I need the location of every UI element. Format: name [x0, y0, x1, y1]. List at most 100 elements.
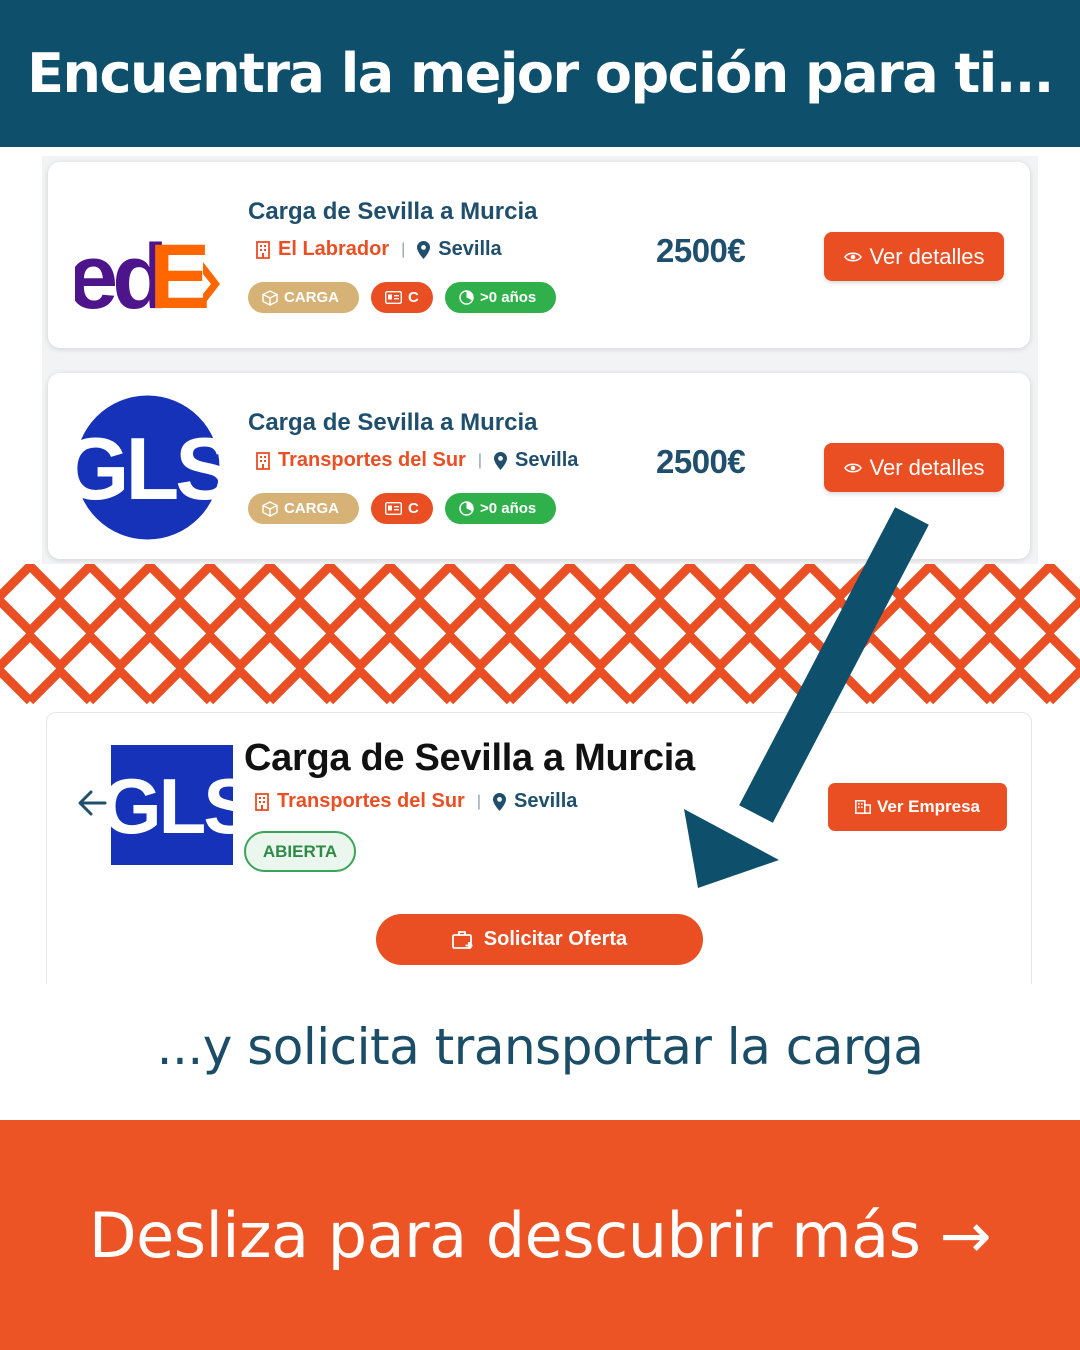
chevron-up-mark	[866, 664, 934, 704]
subtitle: ...y solicita transportar la carga	[156, 1018, 924, 1076]
chevron-up-mark	[296, 629, 364, 670]
offer-title: Carga de Sevilla a Murcia	[244, 737, 695, 779]
company-name[interactable]: Transportes del Sur	[278, 449, 466, 472]
chevron-up-mark	[206, 594, 274, 635]
location-pin-icon	[494, 451, 507, 470]
chevron-up-mark	[0, 664, 34, 704]
price: 2500€	[656, 232, 746, 269]
svg-text:GLS: GLS	[111, 762, 233, 850]
chevron-up-mark	[956, 629, 1024, 670]
building-icon	[255, 792, 269, 811]
location-pin-icon	[417, 240, 431, 259]
chevron-up-mark	[206, 664, 274, 704]
chevron-up-mark	[686, 664, 754, 704]
experience-label: >0 años	[480, 500, 537, 517]
listing-card[interactable]: GLS Carga de Sevilla a Murcia Transporte…	[48, 373, 1030, 559]
chevron-up-mark	[266, 664, 334, 704]
footer-banner[interactable]: Desliza para descubrir más →	[0, 1120, 1080, 1350]
chevron-up-mark	[56, 629, 124, 670]
listing-title[interactable]: Carga de Sevilla a Murcia	[248, 198, 537, 226]
chevron-up-mark	[446, 594, 514, 635]
chevron-up-mark	[56, 564, 124, 600]
chevron-up-mark	[806, 664, 874, 704]
chevron-up-mark	[416, 629, 484, 670]
chevron-up-mark	[776, 629, 844, 670]
request-offer-label: Solicitar Oferta	[483, 928, 628, 950]
meta-divider: |	[401, 240, 406, 258]
gls-logo: GLS	[111, 745, 233, 865]
chevron-up-mark	[986, 664, 1054, 704]
chevron-up-mark	[356, 564, 424, 600]
chevron-up-mark	[266, 594, 334, 635]
svg-text:GLS: GLS	[75, 419, 220, 518]
chevron-up-mark	[176, 629, 244, 670]
chevron-up-mark	[776, 564, 844, 600]
company-name[interactable]: El Labrador	[278, 238, 389, 261]
chevron-up-mark	[656, 629, 724, 670]
city-name: Sevilla	[438, 238, 502, 260]
license-label: C	[408, 500, 419, 517]
status-badge: ABIERTA	[244, 831, 356, 872]
gls-logo: GLS	[75, 395, 220, 540]
header-title: Encuentra la mejor opción para ti...	[27, 42, 1054, 105]
chevron-up-mark	[0, 629, 64, 670]
chevron-up-mark	[716, 564, 784, 600]
license-card-icon	[385, 502, 402, 515]
chevron-up-mark	[0, 594, 34, 635]
chevron-up-mark	[926, 664, 994, 704]
chevron-up-mark	[236, 564, 304, 600]
chevron-up-mark	[116, 629, 184, 670]
tag-list: CARGA C >0 años	[248, 282, 556, 313]
chevron-up-mark	[86, 664, 154, 704]
building-icon	[855, 800, 871, 814]
chevron-up-mark	[506, 664, 574, 704]
location-pin-icon	[493, 792, 506, 811]
cargo-type-badge: CARGA	[248, 493, 359, 524]
tag-list: CARGA C >0 años	[248, 493, 556, 524]
cargo-type-badge: CARGA	[248, 282, 359, 313]
experience-label: >0 años	[480, 289, 537, 306]
listing-card[interactable]: ed E Carga de Sevilla a Murcia El Labrad…	[48, 162, 1030, 348]
listing-meta: El Labrador | Sevilla	[256, 238, 502, 261]
chevron-up-mark	[626, 594, 694, 635]
chevron-up-mark	[596, 564, 664, 600]
offer-meta: Transportes del Sur | Sevilla	[255, 790, 577, 813]
chevron-up-mark	[236, 629, 304, 670]
listing-meta: Transportes del Sur | Sevilla	[256, 449, 578, 472]
eye-icon	[843, 252, 862, 261]
back-arrow-icon[interactable]	[77, 789, 107, 822]
chevron-up-mark	[0, 564, 64, 600]
chevron-up-mark	[26, 664, 94, 704]
building-icon	[256, 240, 270, 259]
meta-divider: |	[476, 792, 481, 810]
eye-icon	[843, 463, 862, 472]
chevron-up-mark	[986, 594, 1054, 635]
svg-text:E: E	[149, 226, 210, 328]
chevron-up-mark	[566, 664, 634, 704]
chevron-up-mark	[416, 564, 484, 600]
chevron-up-mark	[956, 564, 1024, 600]
listing-title[interactable]: Carga de Sevilla a Murcia	[248, 409, 537, 437]
view-details-button[interactable]: Ver detalles	[824, 443, 1004, 492]
chevron-up-mark	[326, 664, 394, 704]
chevron-up-mark	[716, 629, 784, 670]
request-offer-button[interactable]: Solicitar Oferta	[376, 914, 703, 965]
chevron-up-mark	[146, 664, 214, 704]
view-details-label: Ver detalles	[869, 243, 985, 269]
chevron-up-mark	[296, 564, 364, 600]
chevron-up-mark	[446, 664, 514, 704]
city-name: Sevilla	[515, 449, 579, 471]
view-company-label: Ver Empresa	[876, 797, 980, 816]
chevron-up-mark	[1046, 664, 1080, 704]
chevron-up-mark	[146, 594, 214, 635]
company-name[interactable]: Transportes del Sur	[277, 790, 465, 813]
chevron-up-mark	[356, 629, 424, 670]
experience-icon	[459, 290, 474, 305]
license-badge: C	[371, 493, 433, 524]
chevron-up-mark	[476, 629, 544, 670]
view-company-button[interactable]: Ver Empresa	[828, 783, 1007, 831]
swipe-cta: Desliza para descubrir más →	[88, 1198, 992, 1272]
chevron-up-mark	[626, 664, 694, 704]
view-details-button[interactable]: Ver detalles	[824, 232, 1004, 281]
chevron-up-mark	[1046, 594, 1080, 635]
